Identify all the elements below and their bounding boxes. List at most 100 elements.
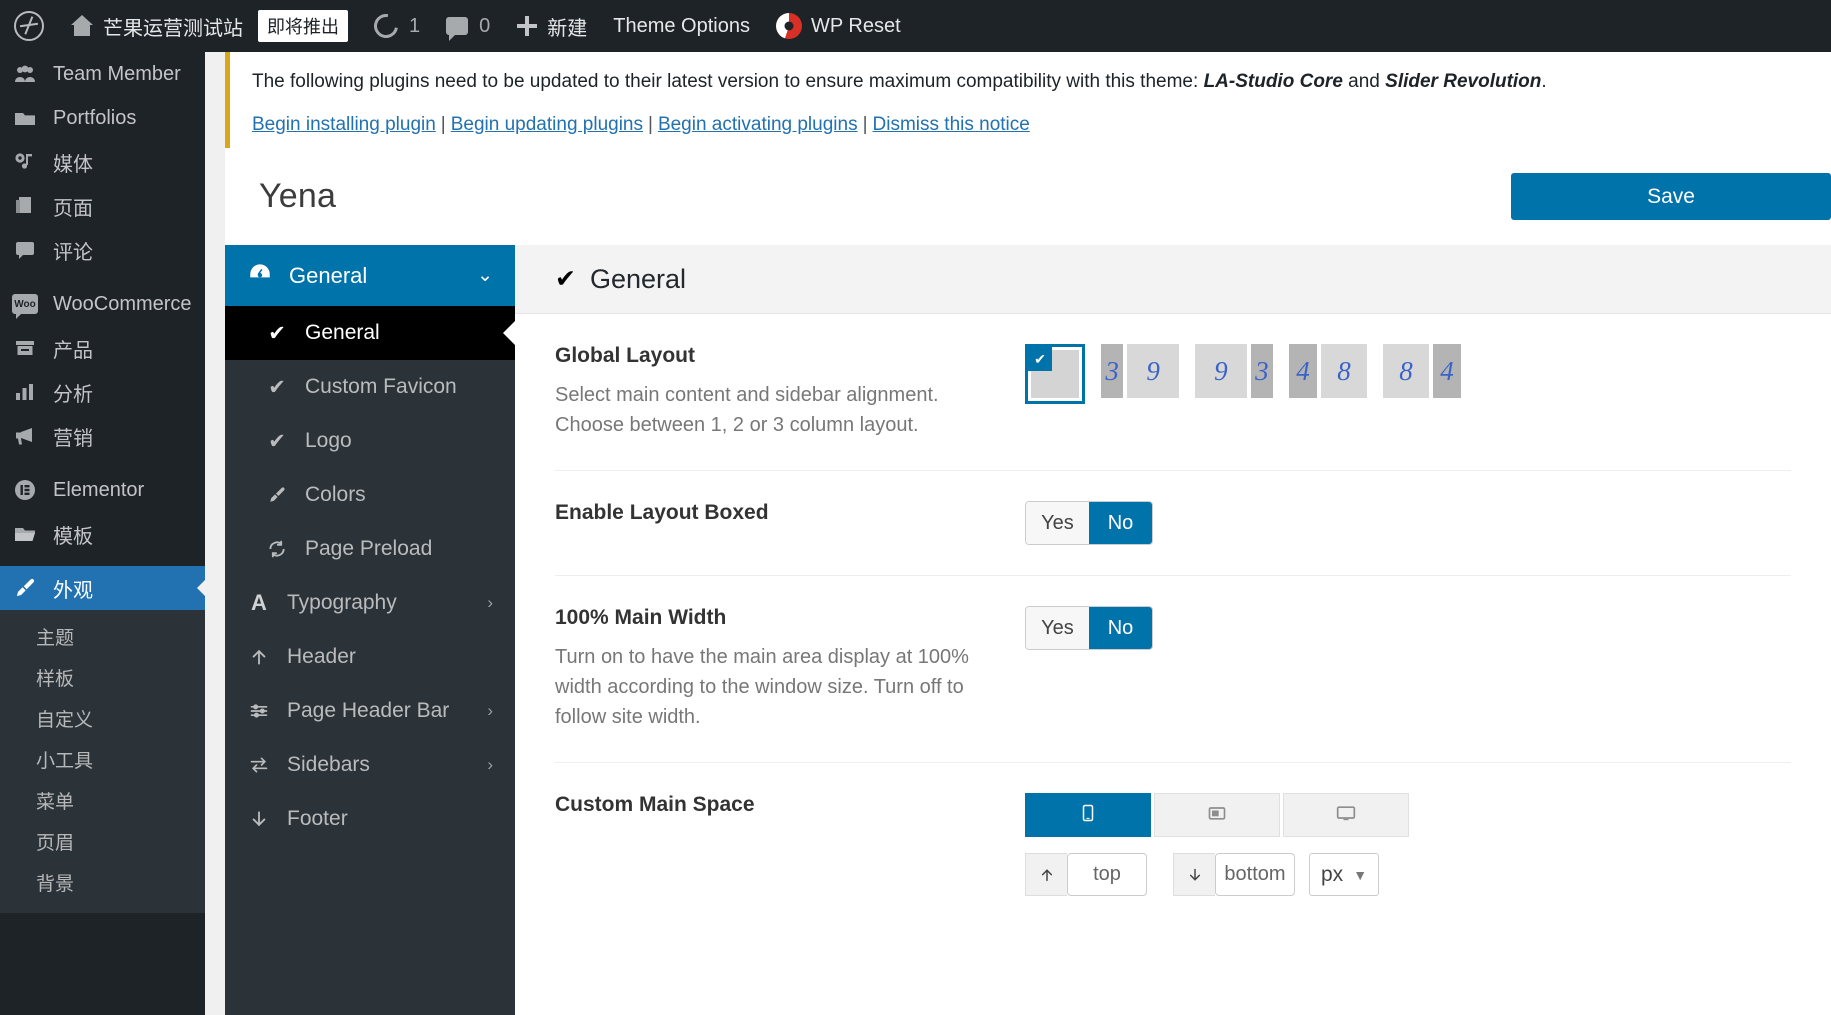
check-icon: ✔ — [268, 321, 286, 345]
nav-item-label: Colors — [305, 483, 366, 506]
sidebar-item-appearance[interactable]: 外观 — [0, 566, 205, 610]
link-begin-activating-plugins[interactable]: Begin activating plugins — [658, 114, 858, 135]
submenu-item-widgets[interactable]: 小工具 — [0, 739, 205, 780]
toggle-main-width[interactable]: Yes No — [1025, 606, 1153, 650]
nav-item-general[interactable]: ✔ General — [225, 306, 515, 360]
sidebar-item-pages[interactable]: 页面 — [0, 184, 205, 228]
sidebar-item-products[interactable]: 产品 — [0, 326, 205, 370]
wp-reset-menu[interactable]: WP Reset — [763, 0, 914, 52]
panel-body: General ⌄ ✔ General ✔ Custom Favicon ✔ L… — [225, 245, 1831, 1015]
options-main: ✔ General Global Layout Select main cont… — [515, 245, 1831, 1015]
layout-option-full[interactable]: ✔ — [1025, 344, 1085, 404]
elementor-icon — [12, 478, 38, 502]
layout-option-8-4[interactable]: 8 4 — [1383, 344, 1461, 398]
unit-select[interactable]: px ▼ — [1309, 853, 1380, 896]
submenu-item-header[interactable]: 页眉 — [0, 821, 205, 862]
sidebar-item-templates[interactable]: 模板 — [0, 512, 205, 556]
sidebar-item-elementor[interactable]: Elementor — [0, 468, 205, 512]
notice-text-before: The following plugins need to be updated… — [252, 71, 1204, 92]
nav-item-logo[interactable]: ✔ Logo — [225, 414, 515, 468]
sidebar-item-label: 外观 — [53, 579, 93, 602]
sidebar-item-woocommerce[interactable]: Woo WooCommerce — [0, 282, 205, 326]
toggle-no[interactable]: No — [1089, 502, 1152, 544]
sidebar-item-label: 产品 — [53, 339, 93, 362]
unit-value: px — [1321, 862, 1344, 886]
submenu-item-patterns[interactable]: 样板 — [0, 657, 205, 698]
brush-icon — [265, 485, 289, 505]
chevron-right-icon: › — [487, 701, 493, 720]
updates-count: 1 — [409, 14, 421, 37]
nav-item-sidebars[interactable]: Sidebars › — [225, 738, 515, 792]
submenu-item-background[interactable]: 背景 — [0, 862, 205, 903]
device-tab-mobile[interactable] — [1025, 793, 1151, 837]
updates-menu[interactable]: 1 — [361, 0, 433, 52]
check-icon: ✔ — [268, 375, 286, 399]
sidebar-item-media[interactable]: 媒体 — [0, 140, 205, 184]
submenu-item-themes[interactable]: 主题 — [0, 616, 205, 657]
field-label: Custom Main Space — [555, 793, 1025, 829]
admin-bar: 芒果运营测试站 即将推出 1 0 新建 Theme Options WP Res… — [0, 0, 1831, 52]
comments-icon — [446, 17, 469, 41]
link-dismiss-this-notice[interactable]: Dismiss this notice — [873, 114, 1030, 135]
sidebar-item-marketing[interactable]: 营销 — [0, 414, 205, 458]
link-begin-updating-plugins[interactable]: Begin updating plugins — [451, 114, 643, 135]
appearance-submenu: 主题 样板 自定义 小工具 菜单 页眉 背景 — [0, 610, 205, 913]
toggle-yes[interactable]: Yes — [1026, 502, 1089, 544]
theme-options-menu[interactable]: Theme Options — [600, 0, 763, 52]
sidebar-item-portfolios[interactable]: Portfolios — [0, 96, 205, 140]
nav-item-page-header-bar[interactable]: Page Header Bar › — [225, 684, 515, 738]
device-tab-desktop[interactable] — [1283, 793, 1409, 837]
new-content-label: 新建 — [547, 17, 588, 40]
wp-logo-menu[interactable] — [0, 0, 57, 52]
toggle-no[interactable]: No — [1089, 607, 1152, 649]
layout-option-4-8[interactable]: 4 8 — [1289, 344, 1367, 398]
plugin-name-one: LA-Studio Core — [1203, 71, 1343, 92]
spacing-top-input[interactable]: top — [1067, 853, 1147, 896]
arrow-up-icon — [247, 647, 271, 667]
nav-item-colors[interactable]: Colors — [225, 468, 515, 522]
nav-item-page-preload[interactable]: Page Preload — [225, 522, 515, 576]
nav-item-custom-favicon[interactable]: ✔ Custom Favicon — [225, 360, 515, 414]
notice-text: The following plugins need to be updated… — [252, 68, 1815, 97]
sidebar-item-analytics[interactable]: 分析 — [0, 370, 205, 414]
field-main-width: 100% Main Width Turn on to have the main… — [555, 576, 1791, 763]
toggle-enable-layout-boxed[interactable]: Yes No — [1025, 501, 1153, 545]
sidebar-item-label: 评论 — [53, 241, 93, 264]
plugin-update-notice: The following plugins need to be updated… — [225, 52, 1831, 154]
layout-option-3-9[interactable]: 3 9 — [1101, 344, 1179, 398]
new-content-menu[interactable]: 新建 — [503, 0, 600, 52]
theme-options-label: Theme Options — [613, 14, 750, 37]
field-enable-layout-boxed: Enable Layout Boxed Yes No — [555, 471, 1791, 576]
nav-item-footer[interactable]: Footer — [225, 792, 515, 846]
save-button[interactable]: Save — [1511, 173, 1831, 220]
submenu-item-customize[interactable]: 自定义 — [0, 698, 205, 739]
submenu-item-menus[interactable]: 菜单 — [0, 780, 205, 821]
spacing-bottom-input[interactable]: bottom — [1215, 853, 1295, 896]
arrow-down-icon — [1173, 853, 1215, 896]
toggle-yes[interactable]: Yes — [1026, 607, 1089, 649]
nav-group-general[interactable]: General ⌄ — [225, 245, 515, 306]
nav-item-label: Page Preload — [305, 537, 433, 560]
layout-option-9-3[interactable]: 9 3 — [1195, 344, 1273, 398]
nav-group-label: General — [289, 262, 368, 288]
link-begin-installing-plugin[interactable]: Begin installing plugin — [252, 114, 436, 135]
sidebar-item-team-member[interactable]: Team Member — [0, 52, 205, 96]
swap-arrows-icon — [247, 755, 271, 775]
nav-item-header[interactable]: Header — [225, 630, 515, 684]
sidebar-item-label: Portfolios — [53, 106, 137, 129]
layout-col-label: 9 — [1195, 344, 1247, 398]
device-tab-tablet[interactable] — [1154, 793, 1280, 837]
comments-menu[interactable]: 0 — [433, 0, 503, 52]
dashboard-gauge-icon — [247, 260, 273, 292]
field-control: Yes No — [1025, 501, 1791, 545]
field-custom-main-space: Custom Main Space top bottom px ▼ — [555, 763, 1791, 926]
layout-col-label: 4 — [1289, 344, 1318, 398]
nav-item-typography[interactable]: A Typography › — [225, 576, 515, 630]
sidebar-item-comments[interactable]: 评论 — [0, 228, 205, 272]
site-name-menu[interactable]: 芒果运营测试站 即将推出 — [57, 0, 361, 52]
admin-sidebar-menu: Team Member Portfolios 媒体 页面 评论 Woo WooC… — [0, 52, 205, 1015]
options-nav: General ⌄ ✔ General ✔ Custom Favicon ✔ L… — [225, 245, 515, 1015]
plugin-name-two: Slider Revolution — [1385, 71, 1542, 92]
comments-icon — [12, 238, 38, 262]
check-icon: ✔ — [1028, 347, 1052, 371]
